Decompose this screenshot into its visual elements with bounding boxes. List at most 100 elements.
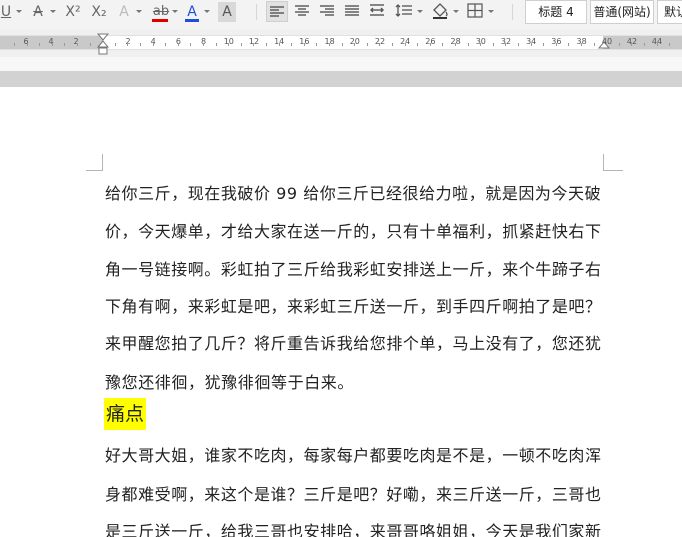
ruler-tick <box>593 43 595 46</box>
line-spacing-icon <box>395 4 412 17</box>
paragraph-line[interactable]: 豫您还徘徊，犹豫徘徊等于白来。 <box>105 369 354 393</box>
style-default[interactable]: 默认 <box>657 0 682 24</box>
ruler-tick <box>379 43 381 46</box>
ruler-tick <box>417 43 419 46</box>
ruler-tick <box>366 43 368 46</box>
paragraph-line[interactable]: 身都难受啊，来这个是谁？三斤是吧？好嘞，来三斤送一斤，三哥也 <box>105 481 602 505</box>
paragraph-line[interactable]: 给你三斤，现在我破价 99 给你三斤已经很给力啦，就是因为今天破 <box>105 180 601 204</box>
align-center-icon <box>295 5 309 16</box>
ruler-tick <box>455 43 456 46</box>
text-effect-icon[interactable]: A <box>116 2 132 22</box>
distributed-align-icon <box>370 4 384 16</box>
paragraph-line[interactable]: 是三斤送一斤，给我三哥也安排哈，来哥哥咯姐姐，今天是我们家新 <box>105 518 602 537</box>
ruler-tick <box>656 43 658 46</box>
style-heading4[interactable]: 标题 4 <box>525 0 587 24</box>
superscript-icon[interactable]: X² <box>62 2 84 22</box>
shading-dropdown-icon[interactable] <box>453 10 459 13</box>
ruler-tick <box>606 43 608 46</box>
ruler-tick <box>266 43 267 46</box>
ruler-tick <box>253 43 255 46</box>
ruler-tick <box>467 43 469 46</box>
ruler-tick <box>89 43 91 46</box>
ruler-tick <box>26 43 28 46</box>
page-gap <box>0 57 682 71</box>
ruler-tick <box>480 43 482 46</box>
align-left-button[interactable] <box>266 1 288 22</box>
ruler-tick <box>203 43 204 46</box>
line-spacing-dropdown-icon[interactable] <box>417 10 423 13</box>
ruler-tick <box>429 43 431 46</box>
paint-bucket-icon <box>433 3 448 19</box>
strikethrough-dropdown-icon[interactable] <box>50 10 56 13</box>
ruler-tick <box>316 43 318 46</box>
ruler-tick <box>618 43 620 46</box>
paragraph-line[interactable]: 价，今天爆单，才给大家在送一斤的，只有十单福利，抓紧赶快右下 <box>105 218 602 242</box>
ruler-tick <box>14 43 15 46</box>
ruler-tick <box>303 43 305 46</box>
style-normal-web[interactable]: 普通(网站) <box>590 0 654 24</box>
ruler-tick <box>240 43 242 46</box>
underline-dropdown-icon[interactable] <box>16 10 22 13</box>
toolbar-separator <box>256 4 257 20</box>
borders-button[interactable] <box>465 1 487 22</box>
align-right-button[interactable] <box>317 1 339 22</box>
highlight-dropdown-icon[interactable] <box>172 10 178 13</box>
ruler-tick <box>392 43 393 46</box>
align-right-icon <box>320 5 334 16</box>
ruler-tick <box>341 43 343 46</box>
subscript-icon[interactable]: X₂ <box>88 2 110 22</box>
ruler-tick <box>177 43 179 46</box>
ruler-tick <box>329 43 330 46</box>
ruler-tick <box>278 43 280 46</box>
paragraph-line[interactable]: 角一号链接啊。彩虹拍了三斤给我彩虹安排送上一斤，来个牛蹄子右 <box>105 256 602 280</box>
margin-corner-right <box>603 154 623 171</box>
text-effect-dropdown-icon[interactable] <box>136 10 142 13</box>
page-separator-bar <box>0 71 682 87</box>
toolbar-separator <box>512 4 513 20</box>
ruler-tick <box>404 43 406 46</box>
heading-pain-point[interactable]: 痛点 <box>104 398 147 430</box>
distributed-align-button[interactable] <box>367 1 389 22</box>
align-left-icon <box>270 6 284 17</box>
ruler-tick <box>291 43 293 46</box>
highlight-color-bar <box>152 19 168 22</box>
font-color-bar <box>185 19 199 22</box>
ruler-tick <box>114 43 116 46</box>
justify-icon <box>345 5 359 16</box>
paragraph-line[interactable]: 来甲醒您拍了几斤？将斤重告诉我给您排个单，马上没有了，您还犹 <box>105 330 602 354</box>
ruler-tick <box>127 43 129 46</box>
first-line-indent-marker[interactable] <box>97 33 111 57</box>
ruler-tick <box>631 43 633 46</box>
ruler-number: 2 <box>73 37 79 46</box>
ruler-tick <box>669 43 671 46</box>
align-center-button[interactable] <box>292 1 314 22</box>
ruler-tick <box>140 43 141 46</box>
ruler-tick <box>51 43 53 46</box>
justify-button[interactable] <box>342 1 364 22</box>
ruler-tick <box>568 43 570 46</box>
ruler-tick <box>354 43 356 46</box>
ruler-tick <box>644 43 645 46</box>
line-spacing-button[interactable] <box>394 1 416 22</box>
ruler-tick <box>543 43 545 46</box>
character-shading-icon[interactable]: A <box>218 2 236 22</box>
ruler-tick <box>581 43 582 46</box>
ruler-tick <box>505 43 507 46</box>
formatting-toolbar: U A X² X₂ A ab A A 标题 4 普通(网站) 默 <box>0 0 682 29</box>
paragraph-line[interactable]: 下角有啊，来彩虹是吧，来彩虹三斤送一斤，到手四斤啊拍了是吧？ <box>105 293 602 317</box>
borders-dropdown-icon[interactable] <box>488 10 494 13</box>
shading-button[interactable] <box>430 1 452 22</box>
underline-icon[interactable]: U <box>0 2 12 22</box>
borders-icon <box>467 3 483 18</box>
ruler-tick <box>39 43 41 46</box>
ruler-tick <box>190 43 192 46</box>
font-color-dropdown-icon[interactable] <box>204 10 210 13</box>
ruler-tick <box>64 43 66 46</box>
strikethrough-icon[interactable]: A <box>30 2 46 22</box>
paragraph-line[interactable]: 好大哥大姐，谁家不吃肉，每家每户都要吃肉是不是，一顿不吃肉浑 <box>105 442 602 466</box>
ruler-tick <box>77 43 78 46</box>
ruler-tick <box>492 43 494 46</box>
ruler-tick <box>442 43 444 46</box>
margin-corner-left <box>86 154 103 171</box>
ruler-tick <box>152 43 154 46</box>
